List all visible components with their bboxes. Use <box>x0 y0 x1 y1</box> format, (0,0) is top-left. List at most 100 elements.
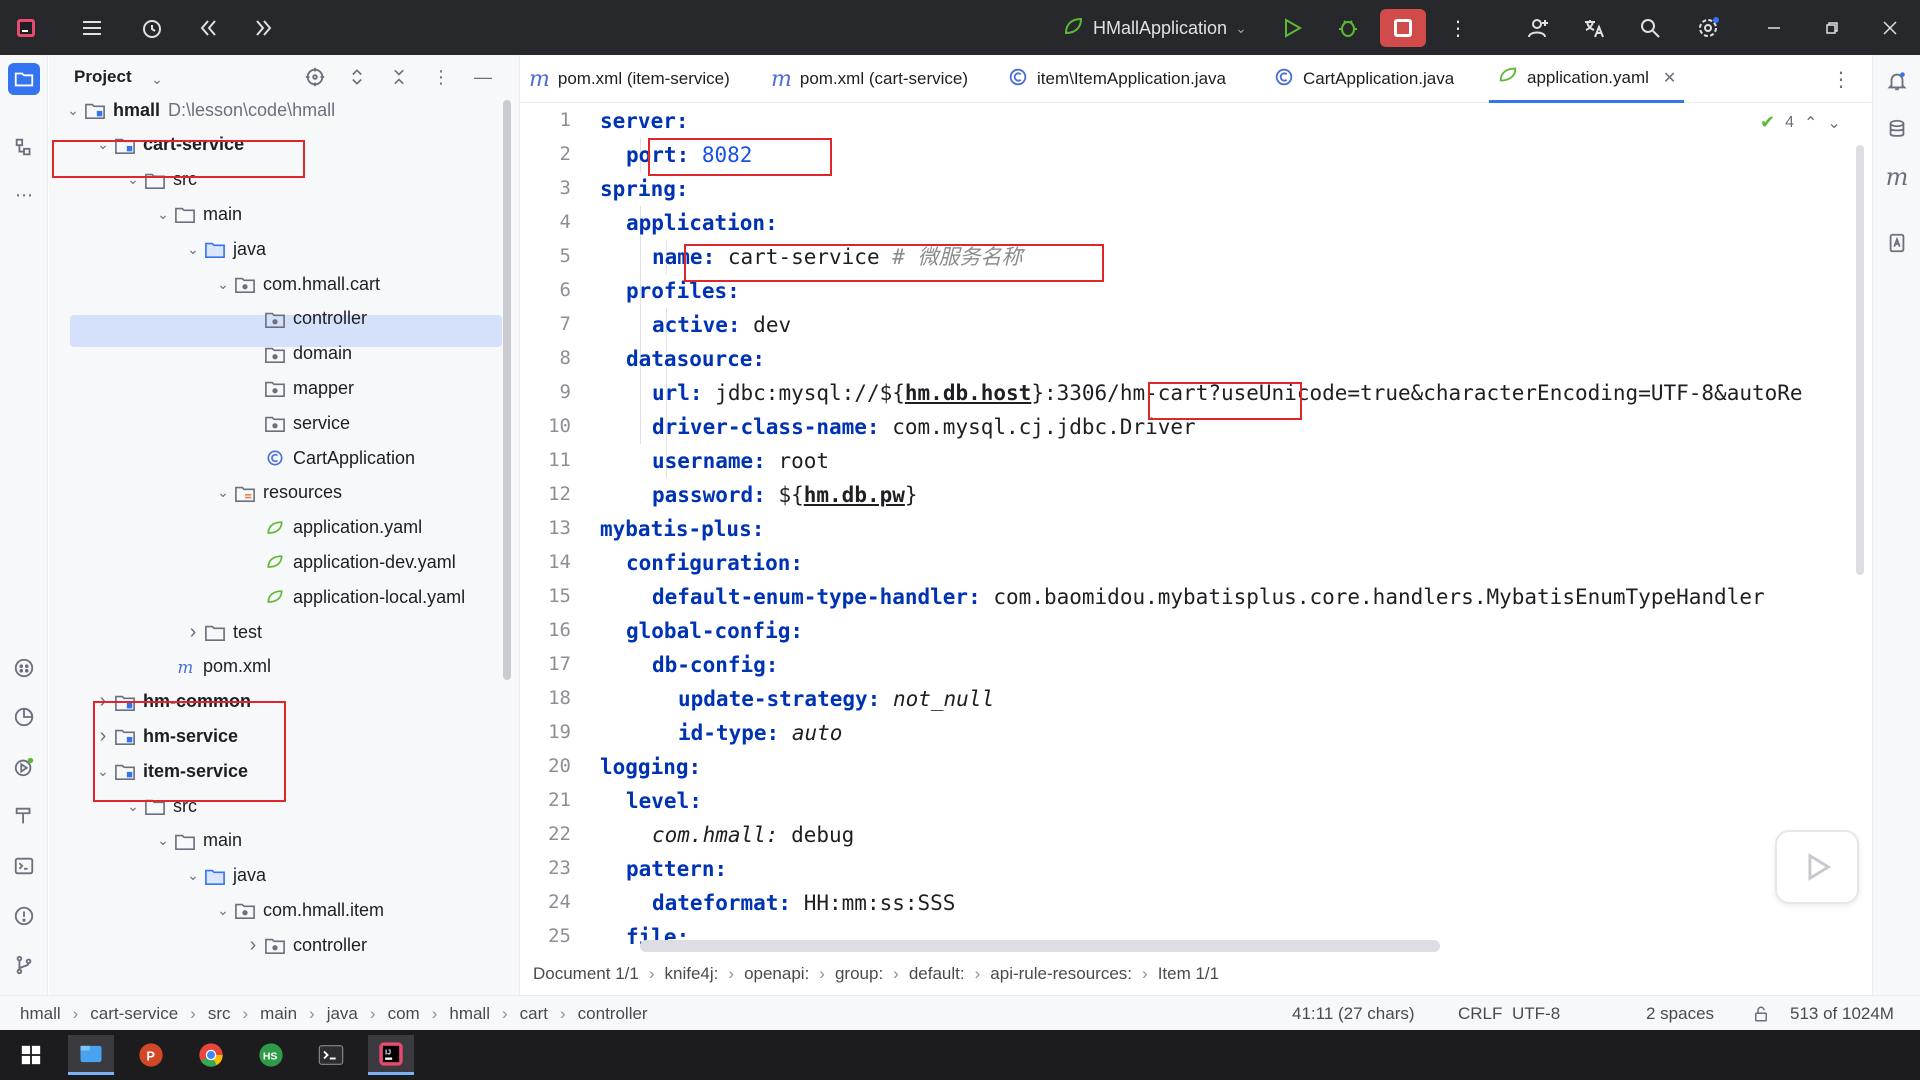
chevron-down-icon[interactable]: ⌄ <box>213 484 233 501</box>
breadcrumb-item[interactable]: group: <box>835 964 883 984</box>
tab-options-icon[interactable]: ⋮ <box>1831 55 1851 103</box>
expand-all-icon[interactable] <box>345 65 369 89</box>
notifications-icon[interactable] <box>1881 65 1913 97</box>
settings-icon[interactable] <box>1690 10 1726 46</box>
tree-item[interactable]: ⌄ resources <box>213 477 342 509</box>
structure-icon[interactable] <box>8 131 40 163</box>
windows-start-icon[interactable] <box>8 1035 54 1075</box>
tab-cart-application[interactable]: CartApplication.java <box>1273 55 1454 103</box>
breadcrumb-item[interactable]: default: <box>909 964 965 984</box>
tab-item-application[interactable]: item\ItemApplication.java <box>1007 55 1226 103</box>
forward-icon[interactable] <box>246 10 282 46</box>
tab-pom-item-service[interactable]: m pom.xml (item-service) <box>529 55 730 103</box>
minimize-icon[interactable] <box>1756 10 1792 46</box>
lock-icon[interactable] <box>1752 996 1770 1031</box>
project-panel-title[interactable]: Project <box>74 67 132 87</box>
chevron-down-icon[interactable]: ⌄ <box>63 102 83 119</box>
tree-item[interactable]: application.yaml <box>243 512 422 544</box>
stop-button[interactable] <box>1380 9 1426 47</box>
tree-item[interactable]: ⌄ com.hmall.item <box>213 894 384 926</box>
hide-panel-icon[interactable]: — <box>471 65 495 89</box>
build-icon[interactable] <box>8 800 40 832</box>
tree-item[interactable]: ⌄ java <box>183 860 266 892</box>
tree-item[interactable]: domain <box>243 338 352 370</box>
tree-item[interactable]: controller <box>243 303 367 335</box>
problems-icon[interactable] <box>8 900 40 932</box>
play-overlay-button[interactable] <box>1775 830 1859 904</box>
main-menu-icon[interactable] <box>74 10 110 46</box>
breadcrumb-item[interactable]: src <box>208 1004 231 1024</box>
powerpoint-icon[interactable]: P <box>128 1035 174 1075</box>
run-configuration-selector[interactable]: HMallApplication ⌄ <box>1055 10 1253 46</box>
tree-item[interactable]: ⌄ main <box>153 825 242 857</box>
collapse-all-icon[interactable] <box>387 65 411 89</box>
git-icon[interactable] <box>8 949 40 981</box>
app-logo-icon[interactable] <box>8 10 44 46</box>
hbuilder-icon[interactable]: HS <box>248 1035 294 1075</box>
back-icon[interactable] <box>190 10 226 46</box>
chevron-right-icon[interactable]: › <box>183 621 203 644</box>
breadcrumb-item[interactable]: java <box>327 1004 358 1024</box>
debug-icon[interactable] <box>1330 10 1366 46</box>
chevron-down-icon[interactable]: ⌄ <box>213 276 233 293</box>
terminal-app-icon[interactable] <box>308 1035 354 1075</box>
database-icon[interactable] <box>1881 113 1913 145</box>
account-icon[interactable] <box>1520 10 1556 46</box>
search-icon[interactable] <box>1632 10 1668 46</box>
chevron-down-icon[interactable]: ⌄ <box>183 241 203 258</box>
profiler-icon[interactable] <box>8 701 40 733</box>
chevron-down-icon[interactable]: ⌄ <box>145 67 169 91</box>
breadcrumb-item[interactable]: com <box>388 1004 420 1024</box>
breadcrumb-item[interactable]: knife4j: <box>665 964 719 984</box>
breadcrumb-item[interactable]: Item 1/1 <box>1158 964 1219 984</box>
tab-pom-cart-service[interactable]: m pom.xml (cart-service) <box>771 55 968 103</box>
tree-item[interactable]: m pom.xml <box>153 651 272 683</box>
chevron-down-icon[interactable]: ⌄ <box>183 867 203 884</box>
locate-icon[interactable] <box>303 65 327 89</box>
tree-item[interactable]: ⌄ com.hmall.cart <box>213 268 380 300</box>
tree-item[interactable]: ⌄ main <box>153 198 242 230</box>
breadcrumb-item[interactable]: cart-service <box>90 1004 178 1024</box>
breadcrumb-item[interactable]: hmall <box>20 1004 61 1024</box>
tree-item[interactable]: application-dev.yaml <box>243 546 456 578</box>
terminal-icon[interactable] <box>8 850 40 882</box>
services-icon[interactable] <box>8 652 40 684</box>
tree-item[interactable]: ⌄ java <box>183 233 266 265</box>
tree-item[interactable]: › controller <box>243 929 367 961</box>
options-icon[interactable]: ⋮ <box>429 65 453 89</box>
breadcrumb-item[interactable]: cart <box>520 1004 548 1024</box>
recent-icon[interactable] <box>134 10 170 46</box>
close-tab-icon[interactable]: ✕ <box>1663 68 1676 88</box>
translate-icon[interactable] <box>1576 10 1612 46</box>
tree-item[interactable]: › test <box>183 616 262 648</box>
breadcrumb-item[interactable]: openapi: <box>744 964 809 984</box>
tree-item[interactable]: ⌄ hmall D:\lesson\code\hmall <box>63 94 335 126</box>
breadcrumb-item[interactable]: Document 1/1 <box>533 964 639 984</box>
property-reference[interactable]: hm.db.host <box>905 381 1031 405</box>
chevron-down-icon[interactable]: ⌄ <box>153 206 173 223</box>
tree-item[interactable]: CartApplication <box>243 442 415 474</box>
tree-item[interactable]: application-local.yaml <box>243 581 465 613</box>
tree-item[interactable]: mapper <box>243 372 354 404</box>
breadcrumb-item[interactable]: api-rule-resources: <box>990 964 1132 984</box>
code-editor[interactable]: server: port: 8082 spring: application: … <box>600 104 1870 954</box>
caret-position[interactable]: 41:11 (27 chars) <box>1292 996 1415 1031</box>
memory-indicator[interactable]: 513 of 1024M <box>1790 996 1894 1031</box>
chevron-down-icon[interactable]: ⌄ <box>153 832 173 849</box>
chrome-icon[interactable] <box>188 1035 234 1075</box>
tab-application-yaml[interactable]: application.yaml ✕ <box>1489 55 1685 103</box>
vertical-scrollbar[interactable] <box>1856 145 1864 575</box>
restore-icon[interactable] <box>1814 10 1850 46</box>
breadcrumb-item[interactable]: hmall <box>449 1004 490 1024</box>
run-tool-icon[interactable] <box>8 751 40 783</box>
tree-scrollbar[interactable] <box>503 100 511 680</box>
maven-tool-icon[interactable]: m <box>1881 161 1913 193</box>
file-explorer-icon[interactable] <box>68 1035 114 1075</box>
run-icon[interactable] <box>1274 10 1310 46</box>
line-separator[interactable]: CRLF <box>1458 996 1502 1031</box>
close-icon[interactable] <box>1872 10 1908 46</box>
property-reference[interactable]: hm.db.pw <box>804 483 905 507</box>
breadcrumb-item[interactable]: controller <box>578 1004 648 1024</box>
indent-setting[interactable]: 2 spaces <box>1646 996 1714 1031</box>
tree-item[interactable]: service <box>243 407 350 439</box>
